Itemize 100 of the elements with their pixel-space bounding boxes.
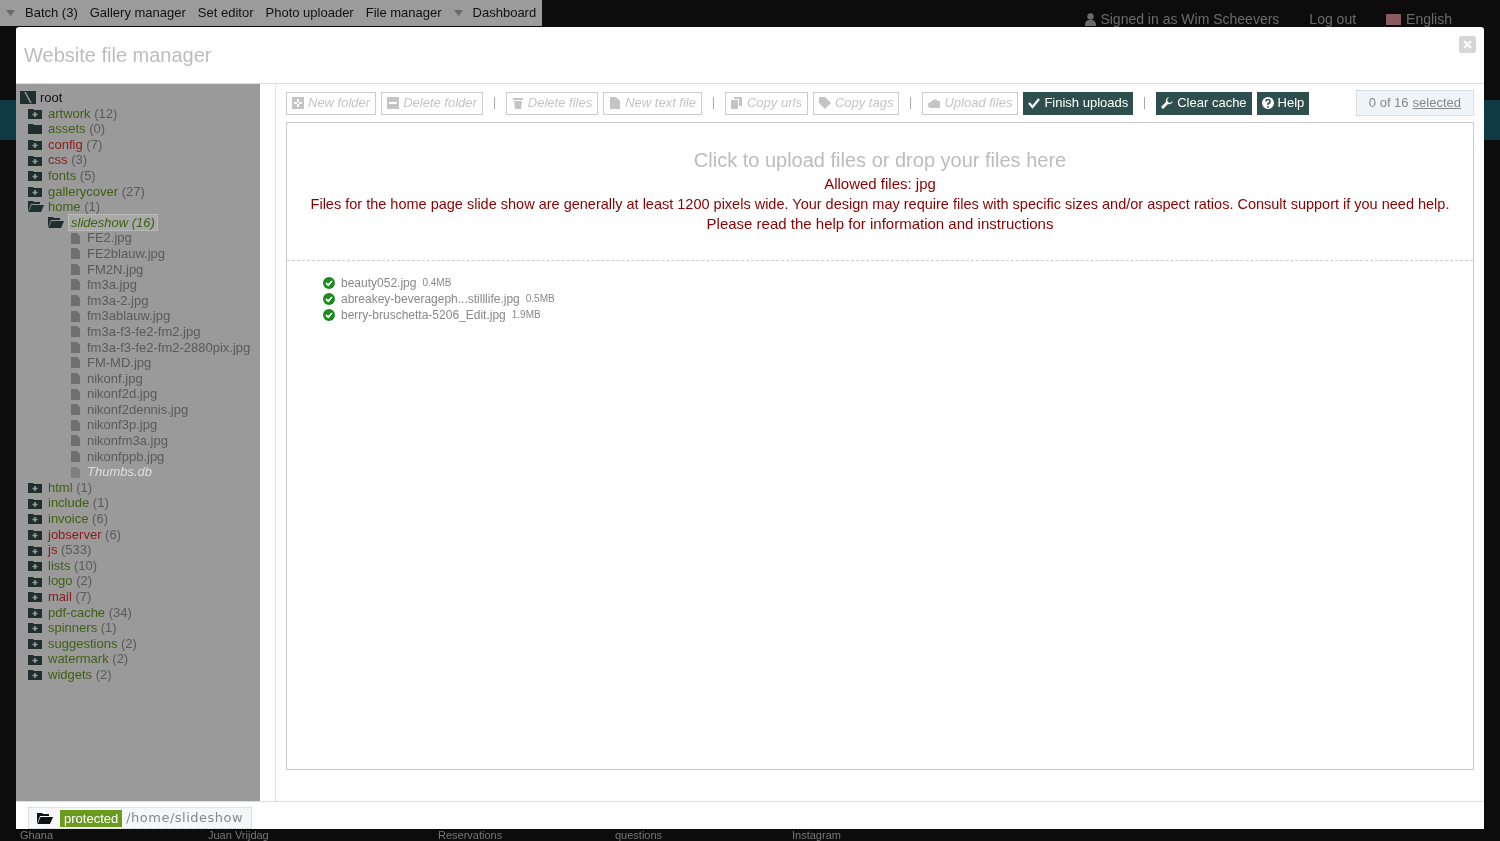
folder-item[interactable]: watermark (2) [48, 651, 129, 667]
menu-item[interactable]: Dashboard [453, 3, 537, 23]
menu-item[interactable]: Set editor [197, 3, 254, 23]
logout-link[interactable]: Log out [1309, 8, 1357, 30]
file-item[interactable]: FM-MD.jpg [87, 355, 152, 371]
toolbar-button[interactable]: Help [1256, 91, 1310, 115]
folder-item[interactable]: lists (10) [48, 557, 98, 574]
folder-plus-icon[interactable] [28, 528, 44, 540]
signed-in-link[interactable]: Signed in as Wim Scheevers [1085, 8, 1280, 30]
file-name: beauty052.jpg [341, 274, 417, 292]
tag-icon [818, 97, 831, 109]
file-item[interactable]: fm3a-2.jpg [87, 292, 149, 309]
folder-plus-icon[interactable] [28, 575, 44, 587]
folder-plus-icon[interactable] [28, 653, 44, 665]
menu-item[interactable]: Gallery manager [89, 3, 186, 23]
folder-plus-icon[interactable] [28, 154, 44, 166]
folder-item[interactable]: js (533) [48, 542, 92, 558]
background-link[interactable]: Reservations [438, 829, 615, 841]
folder-plus-icon[interactable] [28, 591, 44, 603]
folder-item[interactable]: html (1) [48, 479, 93, 496]
file-item[interactable]: nikonf.jpg [87, 370, 143, 387]
folder-item[interactable]: include (1) [48, 495, 109, 512]
menu-item[interactable]: Photo uploader [265, 3, 354, 23]
wrench-icon [1161, 97, 1174, 109]
file-item[interactable]: nikonf2dennis.jpg [87, 401, 189, 418]
folder-item[interactable]: slideshow (16) [68, 213, 158, 232]
folder-item[interactable]: fonts (5) [48, 167, 96, 184]
copy-icon [731, 97, 743, 109]
file-name: berry-bruschetta-5206_Edit.jpg [341, 306, 506, 324]
folder-item[interactable]: invoice (6) [48, 511, 108, 527]
menu-item[interactable]: Batch (3) [6, 3, 78, 23]
file-item[interactable]: nikonf3p.jpg [87, 417, 158, 434]
folder-item[interactable]: assets (0) [48, 121, 106, 137]
file-item[interactable]: FE2blauw.jpg [87, 245, 166, 262]
trash-icon [511, 97, 524, 109]
folder-item[interactable]: mail (7) [48, 589, 92, 605]
folder-plus-icon[interactable] [28, 170, 44, 182]
open-folder-icon[interactable] [48, 217, 64, 229]
open-folder-icon[interactable] [28, 201, 44, 213]
file-item[interactable]: nikonfm3a.jpg [87, 433, 168, 449]
folder-path: /home/slideshow [126, 809, 244, 828]
folder-item[interactable]: jobserver (6) [48, 526, 121, 543]
document-icon [609, 97, 622, 109]
background-panel [1484, 100, 1500, 140]
background-link[interactable]: Ghana [20, 829, 208, 841]
menu-item[interactable]: File manager [365, 3, 442, 23]
folder-plus-icon[interactable] [28, 606, 44, 618]
upload-prompt: Click to upload files or drop your files here [693, 148, 1067, 172]
folder-plus-icon[interactable] [28, 622, 44, 634]
folder-item[interactable]: gallerycover (27) [48, 183, 145, 200]
background-link[interactable]: Juan Vrijdag [208, 829, 438, 841]
selected-link[interactable]: selected [1412, 93, 1461, 113]
file-name: abreakey-beverageph...stilllife.jpg [341, 290, 520, 308]
language-link[interactable]: English [1386, 8, 1452, 30]
file-item[interactable]: fm3ablauw.jpg [87, 308, 171, 324]
file-size: 0.4MB [422, 276, 452, 290]
minus-icon [387, 97, 400, 109]
folder-plus-icon[interactable] [28, 482, 44, 494]
file-size: 1.9MB [511, 308, 541, 322]
folder-item[interactable]: suggestions (2) [48, 635, 137, 652]
help-icon [1261, 97, 1274, 109]
folder-plus-icon[interactable] [28, 139, 44, 151]
file-item[interactable]: fm3a-f3-fe2-fm2.jpg [87, 323, 201, 340]
check-icon [1028, 97, 1041, 109]
background-link[interactable]: Instagram [792, 829, 912, 841]
folder-item[interactable]: spinners (1) [48, 620, 117, 636]
selection-counter: 0 of 16 selected [1355, 90, 1474, 116]
flag-icon [1386, 13, 1402, 25]
file-item[interactable]: FM2N.jpg [87, 261, 144, 278]
root-icon [20, 91, 36, 105]
file-item[interactable]: Thumbs.db [87, 464, 153, 480]
toolbar-button[interactable]: Clear cache [1156, 91, 1252, 115]
background-link[interactable]: questions [615, 829, 792, 841]
file-item[interactable]: fm3a-f3-fe2-fm2-2880pix.jpg [87, 339, 251, 356]
folder-plus-icon[interactable] [28, 669, 44, 681]
folder-plus-icon[interactable] [28, 638, 44, 650]
folder-plus-icon[interactable] [28, 513, 44, 525]
toolbar-button[interactable]: Finish uploads [1023, 91, 1134, 115]
open-folder-icon [37, 812, 53, 824]
folder-plus-icon[interactable] [28, 107, 44, 119]
folder-item[interactable]: logo (2) [48, 573, 93, 589]
folder-plus-icon[interactable] [28, 185, 44, 197]
tree-root[interactable]: root [40, 90, 63, 106]
folder-item[interactable]: pdf-cache (34) [48, 604, 132, 621]
folder-item[interactable]: css (3) [48, 152, 87, 168]
folder-item[interactable]: home (1) [48, 199, 101, 215]
file-item[interactable]: nikonfppb.jpg [87, 448, 165, 465]
file-item[interactable]: nikonf2d.jpg [87, 386, 158, 402]
plus-icon [292, 97, 304, 109]
folder-plus-icon[interactable] [28, 544, 44, 556]
folder-plus-icon[interactable] [28, 497, 44, 509]
user-icon [1085, 12, 1097, 26]
folder-item[interactable]: config (7) [48, 136, 103, 153]
folder-plus-icon[interactable] [28, 560, 44, 572]
folder-item[interactable]: widgets (2) [48, 666, 112, 683]
file-item[interactable]: fm3a.jpg [87, 277, 137, 293]
file-item[interactable]: FE2.jpg [87, 230, 132, 246]
folder-item[interactable]: artwork (12) [48, 105, 118, 122]
folder-icon[interactable] [28, 123, 44, 135]
background-panel [0, 100, 16, 140]
